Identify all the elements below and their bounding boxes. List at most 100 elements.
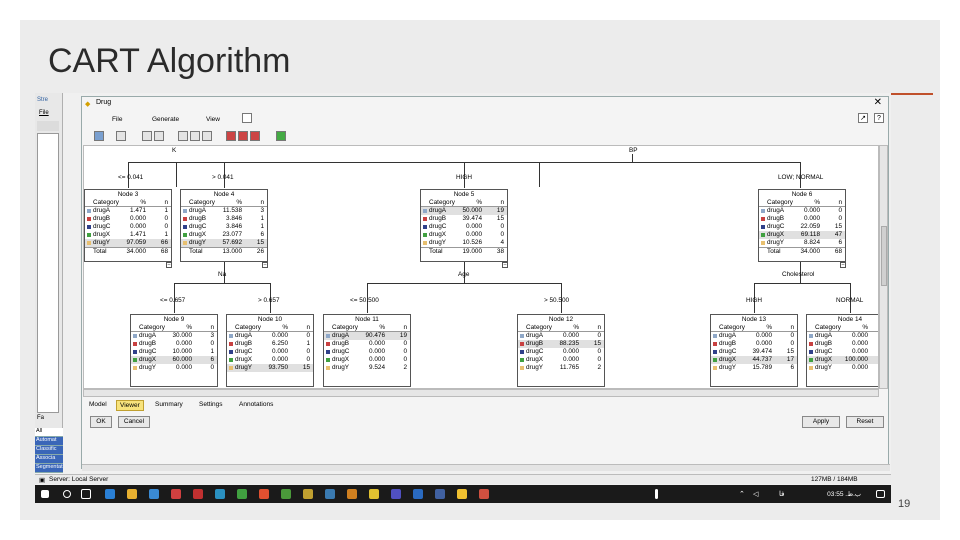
palette-tab-automated[interactable]: Automat xyxy=(35,437,63,446)
edge-icon[interactable] xyxy=(105,489,115,499)
help-icon[interactable]: ? xyxy=(874,113,884,123)
store-icon[interactable] xyxy=(149,489,159,499)
node-cell: 0.000 xyxy=(130,223,146,230)
bg-tree-pane[interactable] xyxy=(37,133,59,413)
volume-icon[interactable]: ◁ xyxy=(753,490,758,498)
collapse-node-icon[interactable]: – xyxy=(502,262,508,268)
apply-button[interactable]: Apply xyxy=(802,416,840,428)
category-swatch xyxy=(520,350,524,354)
node-3[interactable]: Node 3 Category% n drugA 1.471 1 drugB 0.000 0 dr… xyxy=(84,189,172,268)
tab-settings[interactable]: Settings xyxy=(196,400,226,409)
horizontal-scrollbar[interactable] xyxy=(83,389,879,397)
reset-button[interactable]: Reset xyxy=(846,416,884,428)
expand-icon[interactable] xyxy=(250,131,260,141)
tree-icon[interactable] xyxy=(226,131,236,141)
app-icon-1[interactable] xyxy=(171,489,181,499)
launch-icon[interactable]: ↗ xyxy=(858,113,868,123)
export-icon[interactable] xyxy=(276,131,286,141)
palette-tab-all[interactable]: All xyxy=(35,428,63,437)
split-age: Age xyxy=(458,271,470,278)
preview-icon[interactable] xyxy=(242,113,252,123)
node-cell: 1.471 xyxy=(130,231,146,238)
node-row: drugY 93.750 15 xyxy=(227,364,313,372)
search-icon[interactable] xyxy=(63,490,71,498)
palette-tab-classification[interactable]: Classific xyxy=(35,446,63,455)
cancel-button[interactable]: Cancel xyxy=(118,416,150,428)
node-cell: 1 xyxy=(210,348,214,355)
node-row: drugB 3.846 1 xyxy=(181,215,267,223)
app-icon-6[interactable] xyxy=(303,489,313,499)
branch-gt041: > 0.041 xyxy=(212,174,234,181)
app-icon-5[interactable] xyxy=(281,489,291,499)
node-14[interactable]: Node 14Category%ndrugA0.0000drugB0.0000d… xyxy=(806,314,878,387)
tab-viewer[interactable]: Viewer xyxy=(116,400,144,411)
node-cell: 47 xyxy=(834,231,842,238)
collapse-node-icon[interactable]: – xyxy=(262,262,268,268)
node-cell: drugX xyxy=(189,231,207,238)
node-header-cell: % xyxy=(814,199,820,206)
text-view-icon[interactable] xyxy=(202,131,212,141)
app-icon-8[interactable] xyxy=(347,489,357,499)
palette-tab-segmentation[interactable]: Segmentation xyxy=(35,464,63,473)
node-cell: 0 xyxy=(597,356,601,363)
collapse-node-icon[interactable]: – xyxy=(166,262,172,268)
task-view-icon[interactable] xyxy=(81,489,91,499)
slide-title: CART Algorithm xyxy=(48,42,291,80)
copy-icon[interactable] xyxy=(116,131,126,141)
notifications-icon[interactable] xyxy=(876,490,885,498)
category-swatch xyxy=(520,342,524,346)
windows-start-icon[interactable] xyxy=(41,490,49,498)
tab-model[interactable]: Model xyxy=(86,400,110,409)
node-9[interactable]: Node 9 Category% n drugA 30.000 3 drugB 0.000 0 d… xyxy=(130,314,218,387)
palette-tab-association[interactable]: Associa xyxy=(35,455,63,464)
zoom-in-icon[interactable] xyxy=(142,131,152,141)
vertical-scroll-thumb[interactable] xyxy=(881,226,887,286)
app-icon-11[interactable] xyxy=(413,489,423,499)
zoom-out-icon[interactable] xyxy=(154,131,164,141)
input-indicator-icon[interactable] xyxy=(655,489,658,499)
powerpoint-icon[interactable] xyxy=(479,489,489,499)
node-cell: 0.000 xyxy=(804,207,820,214)
generate-menu[interactable]: Generate xyxy=(152,116,179,123)
node-cell: 11.765 xyxy=(559,364,579,371)
explorer-icon[interactable] xyxy=(127,489,137,499)
collapse-node-icon[interactable]: – xyxy=(840,262,846,268)
tab-summary[interactable]: Summary xyxy=(152,400,186,409)
node-5[interactable]: Node 5 Category% n drugA 50.000 19 drugB 39.474… xyxy=(420,189,508,268)
node-6[interactable]: Node 6 Category% n drugA 0.000 0 drugB 0.000 0 dr… xyxy=(758,189,846,268)
table-view-icon[interactable] xyxy=(178,131,188,141)
collapse-icon[interactable] xyxy=(238,131,248,141)
app-icon-12[interactable] xyxy=(435,489,445,499)
app-icon-9[interactable] xyxy=(369,489,379,499)
close-icon[interactable]: ✕ xyxy=(874,97,882,108)
chrome-icon[interactable] xyxy=(259,489,269,499)
file-menu[interactable]: File xyxy=(112,116,122,123)
app-icon-10[interactable] xyxy=(391,489,401,499)
node-10[interactable]: Node 10 Category% n drugA 0.000 0 drugB 6.250 1 d… xyxy=(226,314,314,387)
vertical-scrollbar[interactable] xyxy=(879,145,888,389)
graph-view-icon[interactable] xyxy=(190,131,200,141)
node-13[interactable]: Node 13 Category% n drugA 0.000 0 drugB 0.000 0 d… xyxy=(710,314,798,387)
modeler-icon[interactable] xyxy=(457,489,467,499)
app-icon-4[interactable] xyxy=(237,489,247,499)
tree-canvas[interactable]: K BP <= 0.041 > 0.041 HIGH LOW; NORMAL N… xyxy=(83,145,879,389)
ok-button[interactable]: OK xyxy=(90,416,112,428)
node-cell: 57.692 xyxy=(222,239,242,246)
node-12[interactable]: Node 12 Category% n drugA 0.000 0 drugB 88.235 1… xyxy=(517,314,605,387)
node-header: Category% n xyxy=(131,324,217,332)
view-menu[interactable]: View xyxy=(206,116,220,123)
bg-file-menu[interactable]: File xyxy=(39,110,49,116)
bottom-scrollbar[interactable] xyxy=(82,464,890,471)
app-icon-3[interactable] xyxy=(215,489,225,499)
tab-annotations[interactable]: Annotations xyxy=(236,400,276,409)
node-4[interactable]: Node 4 Category% n drugA 11.538 3 drugB 3.846 1 d… xyxy=(180,189,268,268)
taskbar-clock[interactable]: 03:55 .ب.ظ xyxy=(827,490,861,498)
app-icon-2[interactable] xyxy=(193,489,203,499)
network-icon[interactable]: ⌃ xyxy=(739,490,745,498)
app-icon-7[interactable] xyxy=(325,489,335,499)
window-titlebar: ◆ Drug ✕ xyxy=(82,97,888,111)
layout-icon[interactable] xyxy=(94,131,104,141)
node-cell: 0 xyxy=(164,215,168,222)
language-indicator[interactable]: فا xyxy=(779,490,784,498)
node-11[interactable]: Node 11 Category% n drugA 90.476 19 drugB 0.000… xyxy=(323,314,411,387)
